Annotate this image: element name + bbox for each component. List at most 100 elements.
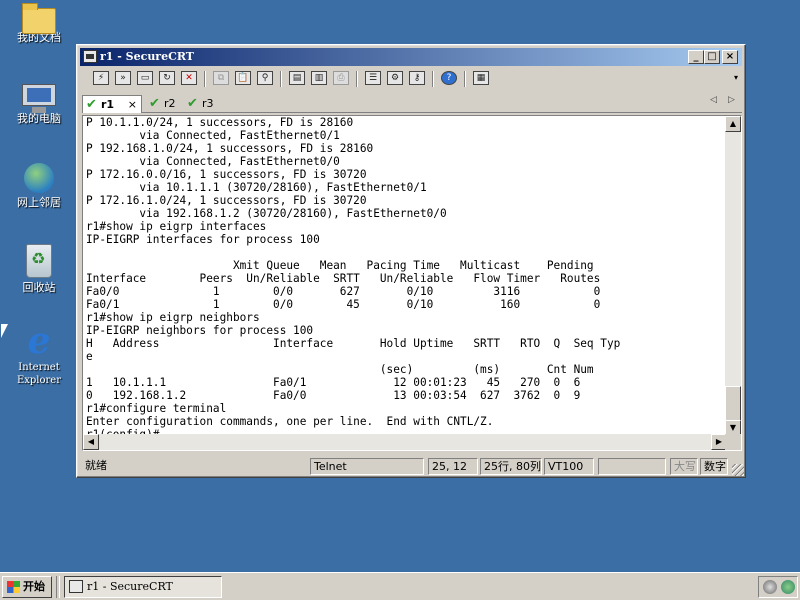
terminal-line: Enter configuration commands, one per li… xyxy=(86,415,494,428)
my-documents-folder-icon xyxy=(22,3,56,34)
terminal-line: r1#configure terminal xyxy=(86,402,227,415)
tab-r1[interactable]: ✔ r1 × xyxy=(82,95,142,113)
terminal-line: Xmit Queue Mean Pacing Time Multicast Pe… xyxy=(86,259,594,272)
desktop-icon-my-computer[interactable]: 我的电脑 xyxy=(6,82,72,125)
securecrt-app-icon xyxy=(83,50,97,63)
paste-button[interactable]: 📋 xyxy=(234,70,252,88)
terminal-line: 1 10.1.1.1 Fa0/1 12 00:01:23 45 270 0 6 xyxy=(86,376,581,389)
keymap-button[interactable]: ⚷ xyxy=(408,70,426,88)
status-emulation: VT100 xyxy=(544,458,594,475)
system-tray xyxy=(758,576,798,598)
disconnect-button[interactable]: ✕ xyxy=(180,70,198,88)
scroll-left-button[interactable]: ◀ xyxy=(83,434,99,450)
tab-close-button[interactable]: × xyxy=(128,96,137,113)
toolbar: ⚡ » ▭ ↻ ✕ ⧉ 📋 ⚲ ▤ ▥ ⎙ ☰ ⚙ ⚷ ? ▦ ▾ xyxy=(82,67,742,91)
close-button[interactable]: × xyxy=(722,50,738,64)
tab-label: r2 xyxy=(164,97,176,110)
start-label: 开始 xyxy=(23,580,45,593)
copy-button[interactable]: ⧉ xyxy=(212,70,230,88)
terminal-line: IP-EIGRP neighbors for process 100 xyxy=(86,324,314,337)
find-icon: ⚲ xyxy=(257,71,273,85)
securecrt-window: r1 - SecureCRT _ □ × ⚡ » ▭ ↻ ✕ ⧉ 📋 ⚲ ▤ ▥… xyxy=(76,44,746,478)
terminal-line: P 172.16.1.0/24, 1 successors, FD is 307… xyxy=(86,194,367,207)
terminal-line: (sec) (ms) Cnt Num xyxy=(86,363,594,376)
tab-prev-icon[interactable]: ◁ xyxy=(710,95,717,105)
connect-tab-icon: ▭ xyxy=(137,71,153,85)
desktop-icon-label: 网上邻居 xyxy=(17,196,61,209)
mouse-cursor-icon xyxy=(1,324,8,338)
terminal-output[interactable]: P 10.1.1.0/24, 1 successors, FD is 28160… xyxy=(86,116,726,436)
window-titlebar[interactable]: r1 - SecureCRT _ □ × xyxy=(80,48,742,66)
internet-explorer-icon: e xyxy=(27,320,51,362)
scroll-thumb[interactable] xyxy=(725,386,741,422)
sftp-button[interactable]: ▦ xyxy=(472,70,490,88)
terminal-line: r1#show ip eigrp interfaces xyxy=(86,220,267,233)
desktop-icon-my-documents[interactable]: 我的文档 xyxy=(6,2,72,44)
key-icon: ⚷ xyxy=(409,71,425,85)
find-button[interactable]: ⚲ xyxy=(256,70,274,88)
tab-next-icon[interactable]: ▷ xyxy=(728,95,735,105)
connect-icon: ⚡ xyxy=(93,71,109,85)
terminal-line: via Connected, FastEthernet0/0 xyxy=(86,155,340,168)
terminal-view[interactable]: P 10.1.1.0/24, 1 successors, FD is 28160… xyxy=(82,115,742,451)
tray-network-icon[interactable] xyxy=(781,580,795,594)
terminal-line: P 10.1.1.0/24, 1 successors, FD is 28160 xyxy=(86,116,354,129)
start-button[interactable]: 开始 xyxy=(2,576,52,598)
minimize-button[interactable]: _ xyxy=(688,50,704,64)
desktop-icon-internet-explorer[interactable]: e Internet Explorer xyxy=(6,320,72,387)
copy-icon: ⧉ xyxy=(213,71,229,85)
terminal-line: r1#show ip eigrp neighbors xyxy=(86,311,260,324)
toolbar-overflow-icon[interactable]: ▾ xyxy=(734,73,738,82)
print-selection-icon: ▥ xyxy=(311,71,327,85)
status-caps-lock: 大写 xyxy=(670,458,698,475)
my-computer-icon xyxy=(22,84,56,113)
horizontal-scrollbar[interactable]: ◀ ▶ xyxy=(83,434,727,450)
quick-connect-button[interactable]: » xyxy=(114,70,132,88)
tab-r3[interactable]: ✔ r3 xyxy=(184,95,220,113)
help-icon: ? xyxy=(441,71,457,85)
resize-grip-icon[interactable] xyxy=(732,464,744,476)
connected-check-icon: ✔ xyxy=(86,97,97,112)
desktop-icon-recycle-bin[interactable]: 回收站 xyxy=(6,244,72,294)
toolbar-separator xyxy=(432,71,434,87)
session-options-button[interactable]: ☰ xyxy=(364,70,382,88)
terminal-line: via 10.1.1.1 (30720/28160), FastEthernet… xyxy=(86,181,427,194)
print-selection-button[interactable]: ▥ xyxy=(310,70,328,88)
global-options-button[interactable]: ⚙ xyxy=(386,70,404,88)
terminal-line: H Address Interface Hold Uptime SRTT RTO… xyxy=(86,337,621,350)
securecrt-app-icon xyxy=(69,580,83,593)
tab-r2[interactable]: ✔ r2 xyxy=(146,95,182,113)
tab-label: r3 xyxy=(202,97,214,110)
desktop-icon-network[interactable]: 网上邻居 xyxy=(6,163,72,209)
print-button[interactable]: ▤ xyxy=(288,70,306,88)
tray-speaker-icon[interactable] xyxy=(763,580,777,594)
session-options-icon: ☰ xyxy=(365,71,381,85)
global-options-icon: ⚙ xyxy=(387,71,403,85)
scroll-corner xyxy=(725,434,741,450)
help-button[interactable]: ? xyxy=(440,70,458,88)
toolbar-separator xyxy=(356,71,358,87)
maximize-button[interactable]: □ xyxy=(704,50,720,64)
print-setup-icon: ⎙ xyxy=(333,71,349,85)
status-cursor-position: 25, 12 xyxy=(428,458,478,475)
scroll-up-button[interactable]: ▲ xyxy=(725,116,741,132)
connect-in-tab-button[interactable]: ▭ xyxy=(136,70,154,88)
toolbar-separator xyxy=(280,71,282,87)
paste-icon: 📋 xyxy=(235,71,251,85)
taskbar-item-label: r1 - SecureCRT xyxy=(87,580,173,593)
status-bar: 就绪 Telnet 25, 12 25行, 80列 VT100 大写 数字 xyxy=(80,457,744,476)
terminal-line: Fa0/0 1 0/0 627 0/10 3116 0 xyxy=(86,285,601,298)
quick-connect-icon: » xyxy=(115,71,131,85)
print-setup-button[interactable]: ⎙ xyxy=(332,70,350,88)
connected-check-icon: ✔ xyxy=(187,96,198,111)
status-terminal-size: 25行, 80列 xyxy=(480,458,542,475)
window-title: r1 - SecureCRT xyxy=(100,50,194,63)
connect-button[interactable]: ⚡ xyxy=(92,70,110,88)
terminal-line: via Connected, FastEthernet0/1 xyxy=(86,129,340,142)
reconnect-button[interactable]: ↻ xyxy=(158,70,176,88)
taskbar-item-securecrt[interactable]: r1 - SecureCRT xyxy=(64,576,222,598)
network-places-icon xyxy=(24,163,54,193)
vertical-scrollbar[interactable]: ▲ ▼ xyxy=(725,116,741,436)
terminal-line: Fa0/1 1 0/0 45 0/10 160 0 xyxy=(86,298,601,311)
